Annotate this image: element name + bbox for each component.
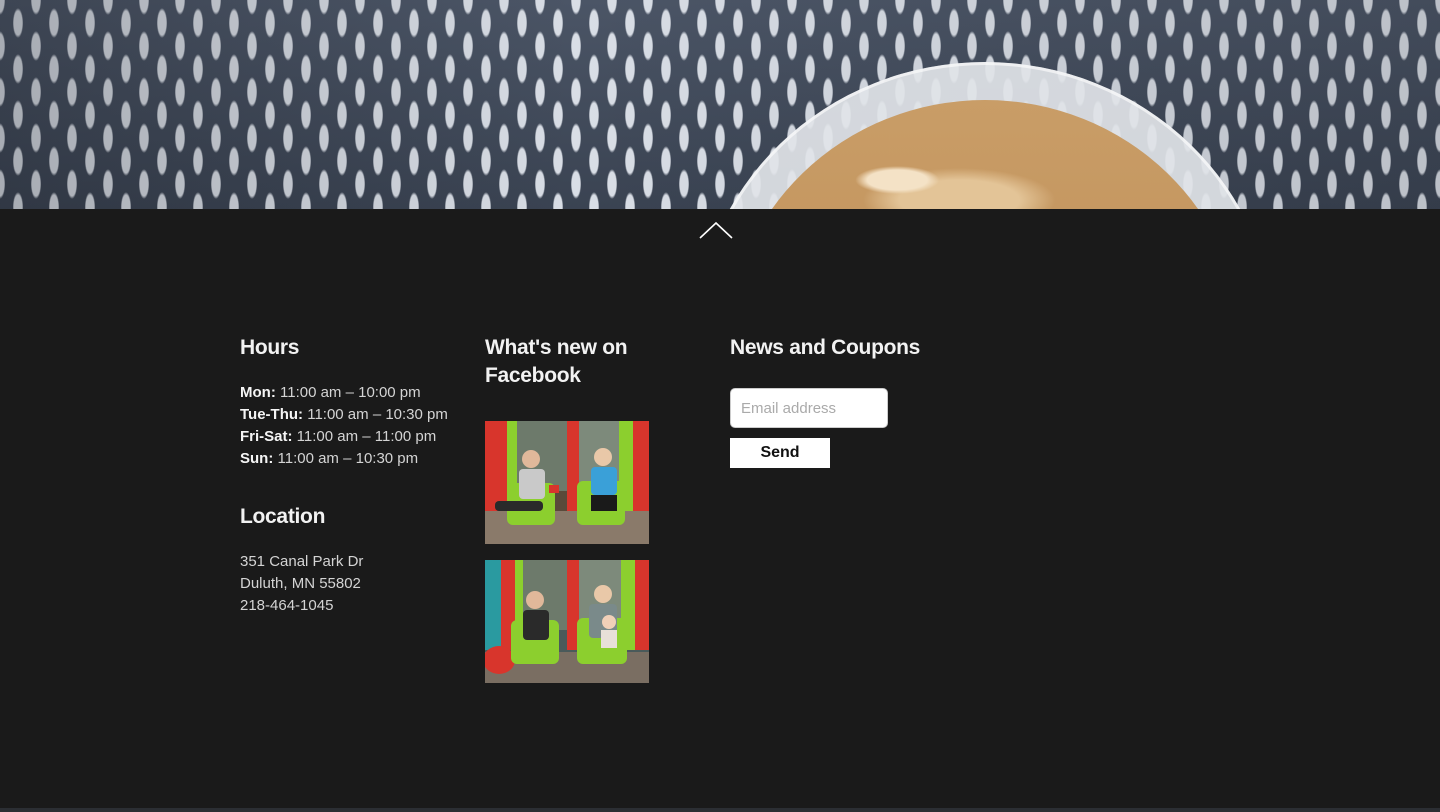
facebook-heading: What's new on Facebook <box>485 336 628 387</box>
scroll-to-top-icon[interactable] <box>699 220 733 240</box>
send-button[interactable]: Send <box>730 438 830 468</box>
hours-row: Sun: 11:00 am – 10:30 pm <box>240 450 419 467</box>
address-line-2: Duluth, MN 55802 <box>240 575 361 592</box>
bottom-image-edge <box>0 808 1440 812</box>
facebook-section: What's new on Facebook <box>485 334 715 699</box>
location-heading: Location <box>240 505 326 528</box>
hours-row: Tue-Thu: 11:00 am – 10:30 pm <box>240 406 448 423</box>
newsletter-section: News and Coupons Send <box>730 334 960 468</box>
iced-coffee-cup <box>695 62 1275 209</box>
facebook-photo-2[interactable] <box>485 560 649 683</box>
email-field[interactable] <box>730 388 888 428</box>
hours-row: Mon: 11:00 am – 10:00 pm <box>240 384 421 401</box>
hero-image <box>0 0 1440 209</box>
hours-section: Hours Mon: 11:00 am – 10:00 pm Tue-Thu: … <box>240 334 470 617</box>
address-line-1: 351 Canal Park Dr <box>240 553 364 570</box>
phone-number: 218-464-1045 <box>240 597 334 614</box>
newsletter-heading: News and Coupons <box>730 336 921 359</box>
hours-row: Fri-Sat: 11:00 am – 11:00 pm <box>240 428 437 445</box>
facebook-photo-1[interactable] <box>485 421 649 544</box>
hours-heading: Hours <box>240 336 300 359</box>
